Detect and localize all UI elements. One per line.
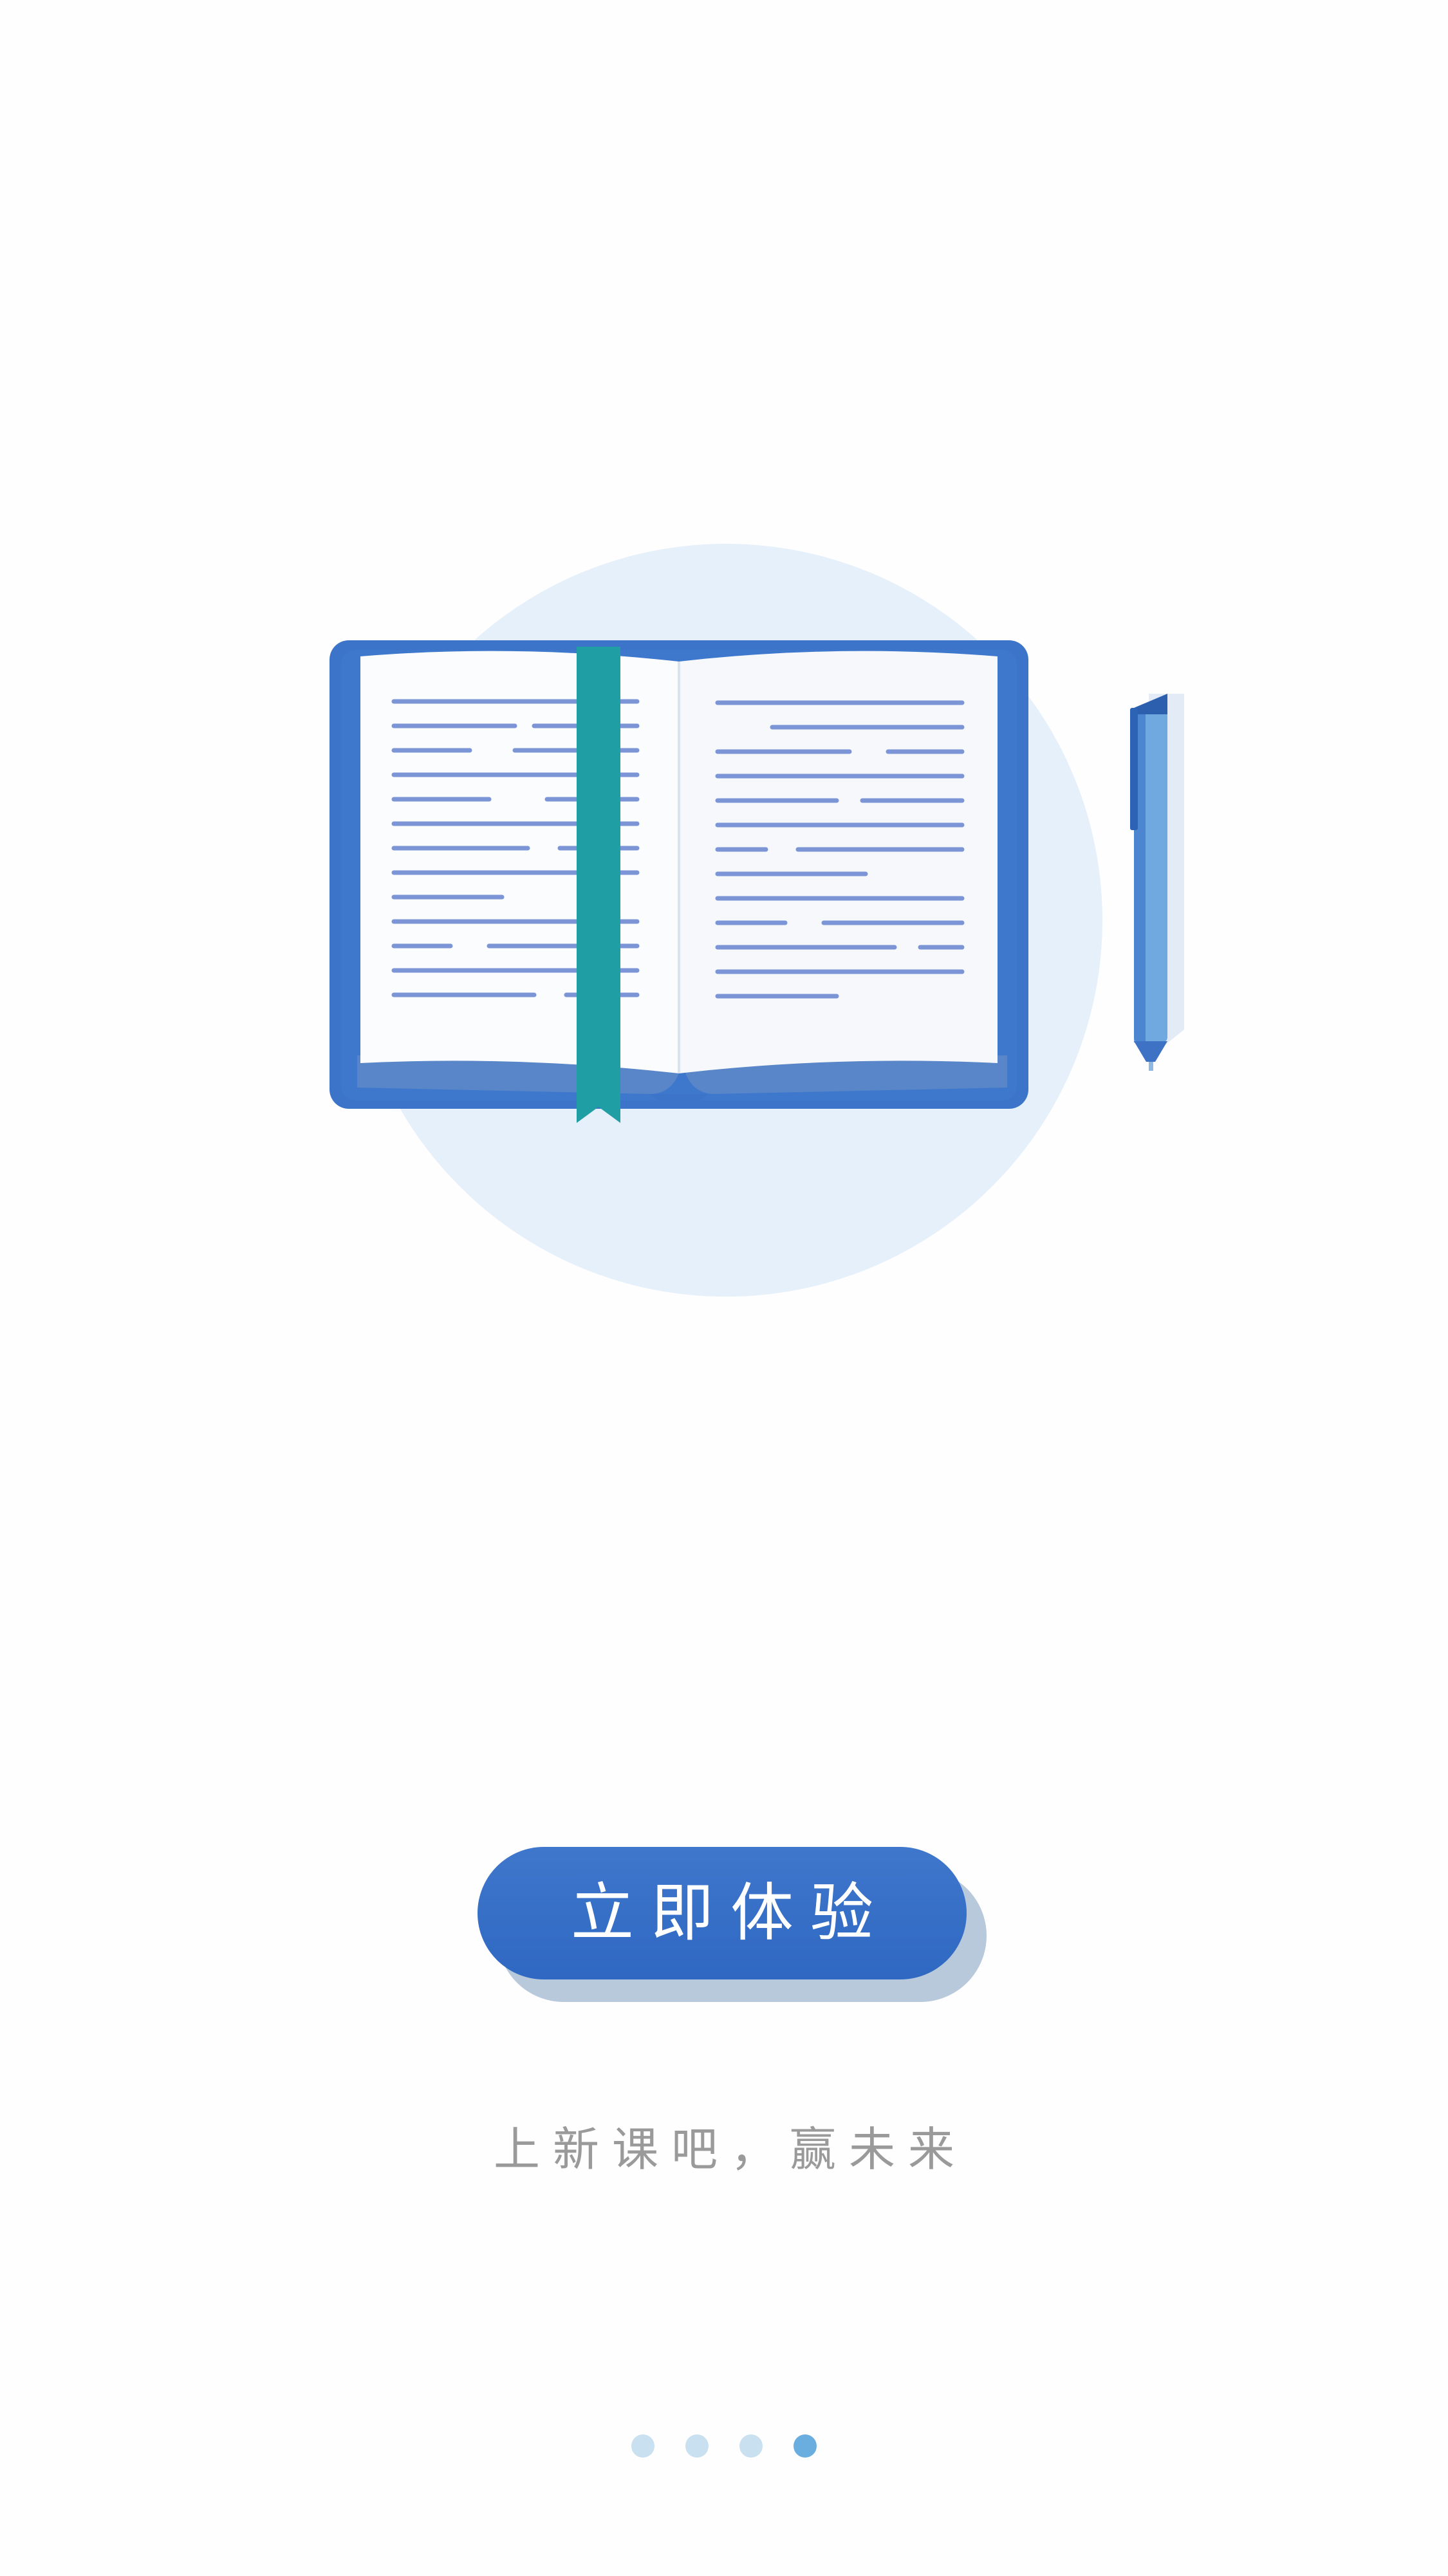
tagline: 上新课吧，赢未来 [493,2122,967,2176]
hero-illustration [330,544,1184,1297]
page-dot[interactable] [685,2434,709,2458]
start-experience-button[interactable]: 立即体验 [478,1847,967,1979]
pen-icon [1130,694,1184,1071]
bookmark-ribbon [577,647,620,1123]
page-dot-active[interactable] [794,2434,817,2458]
page-dot[interactable] [739,2434,763,2458]
page-dot[interactable] [631,2434,654,2458]
onboarding-screen: 立即体验 上新课吧，赢未来 [0,0,1448,2576]
open-book-icon [330,640,1028,1123]
page-indicator [0,2434,1448,2460]
